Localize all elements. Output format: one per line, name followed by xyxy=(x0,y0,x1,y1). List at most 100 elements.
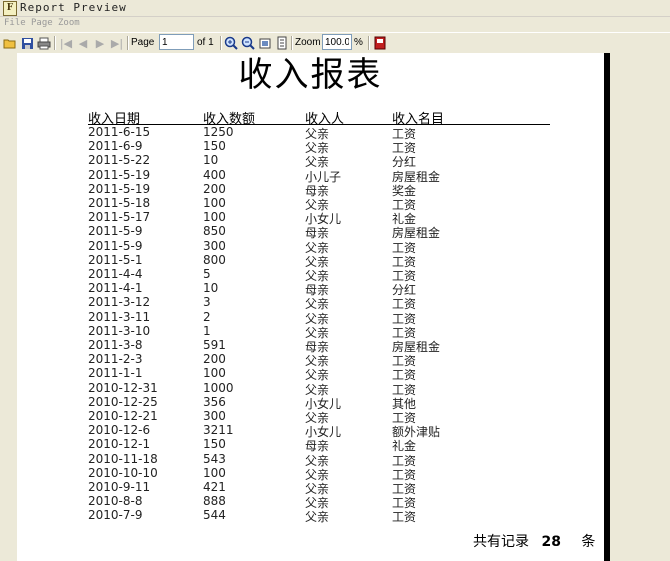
cell-amount: 10 xyxy=(203,153,219,168)
cell-amount: 544 xyxy=(203,508,226,523)
cell-amount: 400 xyxy=(203,167,226,182)
cell-date: 2010-12-1 xyxy=(88,437,151,452)
cell-date: 2011-6-15 xyxy=(88,125,151,139)
table-row: 2010-12-25 356 小女儿 其他 xyxy=(17,394,604,411)
right-gutter xyxy=(610,53,670,561)
table-row: 2011-4-1 10 母亲 分红 xyxy=(17,281,604,297)
cell-date: 2011-5-19 xyxy=(88,181,151,196)
cell-date: 2010-7-9 xyxy=(88,508,143,523)
cell-date: 2010-8-8 xyxy=(88,494,143,509)
cell-amount: 543 xyxy=(203,451,226,466)
cell-date: 2010-12-21 xyxy=(88,409,158,423)
cell-date: 2011-5-17 xyxy=(88,210,151,225)
menu-page[interactable]: Page xyxy=(31,18,53,28)
cell-date: 2010-10-10 xyxy=(88,465,158,480)
cell-date: 2011-5-9 xyxy=(88,224,143,239)
cell-amount: 800 xyxy=(203,252,226,267)
cell-date: 2011-3-8 xyxy=(88,338,143,352)
table-row: 2011-5-18 100 父亲 工资 xyxy=(17,196,604,212)
cell-amount: 200 xyxy=(203,352,226,367)
table-row: 2011-2-3 200 父亲 工资 xyxy=(17,352,604,368)
title-bar: F Report Preview xyxy=(0,0,670,17)
cell-amount: 300 xyxy=(203,409,226,423)
cell-amount: 3 xyxy=(203,295,211,310)
left-gutter xyxy=(0,53,18,561)
cell-date: 2011-5-18 xyxy=(88,196,151,210)
table-row: 2010-12-21 300 父亲 工资 xyxy=(17,409,604,425)
table-row: 2011-5-22 10 父亲 分红 xyxy=(17,153,604,169)
table-row: 2011-6-15 1250 父亲 工资 xyxy=(17,125,604,141)
table-row: 2010-10-10 100 父亲 工资 xyxy=(17,465,604,482)
record-count-value: 28 xyxy=(541,534,561,550)
cell-amount: 100 xyxy=(203,465,226,480)
cell-amount: 100 xyxy=(203,196,226,210)
cell-date: 2010-12-25 xyxy=(88,394,158,409)
record-count-footer: 共有记录 28 条 xyxy=(473,531,595,551)
open-folder-icon[interactable] xyxy=(2,35,18,51)
table-row: 2010-12-31 1000 父亲 工资 xyxy=(17,380,604,397)
cell-date: 2010-12-6 xyxy=(88,423,151,438)
cell-date: 2010-11-18 xyxy=(88,451,158,466)
cell-date: 2011-4-4 xyxy=(88,267,143,281)
cell-date: 2011-4-1 xyxy=(88,281,143,296)
cell-amount: 100 xyxy=(203,210,226,225)
cell-amount: 150 xyxy=(203,437,226,452)
table-row: 2010-11-18 543 父亲 工资 xyxy=(17,451,604,468)
menu-zoom[interactable]: Zoom xyxy=(58,18,80,28)
record-count-suffix: 条 xyxy=(581,534,596,550)
report-page: 收入报表 收入日期 收入数额 收入人 收入名目 2011-6-15 1250 父亲工… xyxy=(17,53,604,561)
cell-amount: 850 xyxy=(203,224,226,239)
cell-person: 父亲 xyxy=(305,510,330,525)
cell-date: 2010-9-11 xyxy=(88,480,151,494)
cell-amount: 1 xyxy=(203,323,211,338)
cell-date: 2011-5-22 xyxy=(88,153,151,168)
table-row: 2011-5-17 100 小女儿 礼金 xyxy=(17,210,604,226)
cell-amount: 888 xyxy=(203,494,226,509)
cell-amount: 150 xyxy=(203,139,226,154)
table-row: 2010-7-9 544 父亲 工资 xyxy=(17,508,604,525)
cell-date: 2011-3-10 xyxy=(88,323,151,338)
cell-amount: 591 xyxy=(203,338,226,352)
table-row: 2011-3-12 3 父亲 工资 xyxy=(17,295,604,311)
table-row: 2011-3-8 591 母亲 房屋租金 xyxy=(17,338,604,354)
cell-amount: 300 xyxy=(203,238,226,253)
table-row: 2010-9-11 421 父亲 工资 xyxy=(17,480,604,496)
table-row: 2011-3-10 1 父亲 工资 xyxy=(17,323,604,340)
cell-amount: 1000 xyxy=(203,380,234,395)
menu-file[interactable]: File xyxy=(4,18,26,28)
cell-date: 2011-3-12 xyxy=(88,295,151,310)
table-row: 2011-5-19 400 小儿子 房屋租金 xyxy=(17,167,604,184)
table-row: 2011-5-9 850 母亲 房屋租金 xyxy=(17,224,604,240)
cell-date: 2011-1-1 xyxy=(88,366,143,381)
cell-amount: 2 xyxy=(203,309,211,324)
table-row: 2010-8-8 888 父亲 工资 xyxy=(17,494,604,510)
cell-amount: 5 xyxy=(203,267,211,281)
table-row: 2011-5-19 200 母亲 奖金 xyxy=(17,181,604,198)
cell-date: 2011-2-3 xyxy=(88,352,143,367)
cell-date: 2011-3-11 xyxy=(88,309,151,324)
cell-amount: 356 xyxy=(203,394,226,409)
cell-amount: 1250 xyxy=(203,125,234,139)
table-row: 2011-6-9 150 父亲 工资 xyxy=(17,139,604,155)
cell-date: 2011-5-1 xyxy=(88,252,143,267)
report-app-icon: F xyxy=(3,1,17,16)
cell-date: 2010-12-31 xyxy=(88,380,158,395)
preview-viewport[interactable]: 收入报表 收入日期 收入数额 收入人 收入名目 2011-6-15 1250 父亲工… xyxy=(0,53,670,561)
cell-category: 工资 xyxy=(392,510,417,525)
table-row: 2011-1-1 100 父亲 工资 xyxy=(17,366,604,382)
table-row: 2011-5-1 800 父亲 工资 xyxy=(17,252,604,269)
table-row: 2011-5-9 300 父亲 工资 xyxy=(17,238,604,255)
cell-amount: 100 xyxy=(203,366,226,381)
cell-amount: 3211 xyxy=(203,423,234,438)
cell-amount: 421 xyxy=(203,480,226,494)
window-title: Report Preview xyxy=(20,1,127,14)
cell-date: 2011-5-9 xyxy=(88,238,143,253)
table-row: 2011-4-4 5 父亲 工资 xyxy=(17,267,604,283)
menu-bar: File Page Zoom xyxy=(0,17,670,32)
record-count-prefix: 共有记录 xyxy=(473,534,529,550)
cell-date: 2011-5-19 xyxy=(88,167,151,182)
cell-date: 2011-6-9 xyxy=(88,139,143,154)
report-title: 收入报表 xyxy=(238,55,383,95)
cell-amount: 10 xyxy=(203,281,219,296)
table-row: 2010-12-1 150 母亲 礼金 xyxy=(17,437,604,453)
